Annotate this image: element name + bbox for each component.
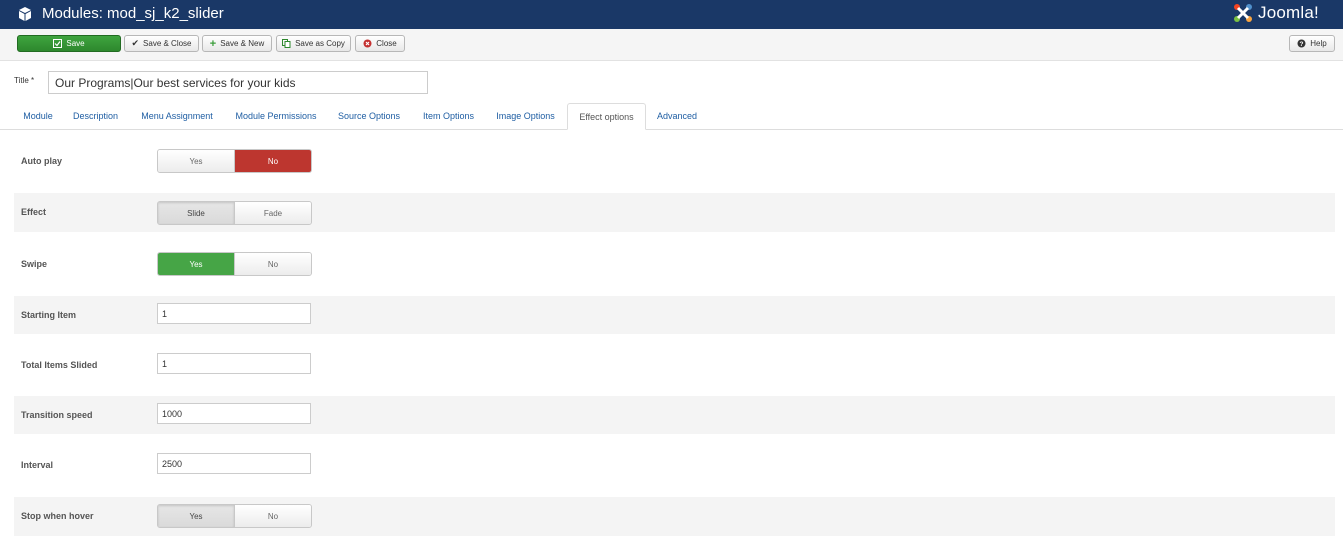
save-icon [53, 39, 63, 48]
transition-speed-label: Transition speed [21, 410, 93, 420]
tab-description[interactable]: Description [64, 103, 127, 129]
auto-play-label: Auto play [21, 156, 63, 166]
swipe-toggle: Yes No [157, 252, 312, 276]
tab-item-options[interactable]: Item Options [413, 103, 484, 129]
tab-module-permissions[interactable]: Module Permissions [226, 103, 326, 129]
option-row-auto-play: Auto play Yes No [14, 141, 1335, 181]
save-copy-label: Save as Copy [295, 39, 345, 48]
auto-play-no-option[interactable]: No [234, 150, 311, 172]
cube-icon [19, 7, 31, 21]
starting-item-input[interactable] [157, 303, 311, 324]
checkmark-icon: ✔ [131, 38, 140, 48]
swipe-label: Swipe [21, 259, 48, 269]
option-row-interval: Interval [14, 446, 1335, 484]
option-row-starting-item: Starting Item [14, 296, 1335, 334]
tab-effect-options[interactable]: Effect options [567, 103, 646, 130]
help-label: Help [1310, 39, 1327, 48]
effect-fade-option[interactable]: Fade [234, 202, 311, 224]
auto-play-toggle: Yes No [157, 149, 312, 173]
option-row-total-items-slided: Total Items Slided [14, 346, 1335, 384]
swipe-yes-option[interactable]: Yes [158, 253, 234, 275]
tab-advanced[interactable]: Advanced [648, 103, 706, 129]
effect-label: Effect [21, 207, 47, 217]
header-bar: Modules: mod_sj_k2_slider Joomla! [0, 0, 1343, 29]
save-new-button[interactable]: + Save & New [202, 35, 272, 52]
stop-when-hover-no-option[interactable]: No [234, 505, 311, 527]
close-label: Close [376, 39, 397, 48]
tab-source-options[interactable]: Source Options [329, 103, 409, 129]
interval-label: Interval [21, 460, 54, 470]
joomla-logo-text: Joomla! [1258, 3, 1319, 22]
option-row-effect: Effect Slide Fade [14, 193, 1335, 232]
help-icon: ? [1297, 39, 1306, 48]
svg-text:?: ? [1300, 41, 1304, 48]
toolbar: Save ✔ Save & Close + Save & New Save as… [0, 29, 1343, 61]
total-items-slided-label: Total Items Slided [21, 360, 98, 370]
tab-module[interactable]: Module [14, 103, 62, 129]
save-close-button[interactable]: ✔ Save & Close [124, 35, 199, 52]
joomla-logo-icon [1234, 4, 1252, 22]
close-button[interactable]: Close [355, 35, 405, 52]
stop-when-hover-label: Stop when hover [21, 511, 94, 521]
tab-bar: Module Description Menu Assignment Modul… [0, 103, 1343, 130]
close-icon [363, 39, 372, 48]
stop-when-hover-toggle: Yes No [157, 504, 312, 528]
save-copy-button[interactable]: Save as Copy [276, 35, 351, 52]
option-row-transition-speed: Transition speed [14, 396, 1335, 434]
page-title: Modules: mod_sj_k2_slider [42, 5, 224, 22]
plus-icon: + [209, 37, 217, 50]
title-input[interactable] [48, 71, 428, 94]
total-items-slided-input[interactable] [157, 353, 311, 374]
save-button-label: Save [66, 39, 85, 48]
starting-item-label: Starting Item [21, 310, 77, 320]
tab-menu-assignment[interactable]: Menu Assignment [130, 103, 224, 129]
interval-input[interactable] [157, 453, 311, 474]
help-button[interactable]: ? Help [1289, 35, 1335, 52]
option-row-swipe: Swipe Yes No [14, 244, 1335, 284]
transition-speed-input[interactable] [157, 403, 311, 424]
effect-toggle: Slide Fade [157, 201, 312, 225]
title-label: Title * [14, 76, 35, 85]
swipe-no-option[interactable]: No [234, 253, 311, 275]
save-button[interactable]: Save [17, 35, 121, 52]
joomla-logo: Joomla! [1232, 1, 1319, 25]
copy-icon [282, 39, 291, 48]
save-close-label: Save & Close [143, 39, 192, 48]
tab-image-options[interactable]: Image Options [487, 103, 564, 129]
save-new-label: Save & New [220, 39, 265, 48]
auto-play-yes-option[interactable]: Yes [158, 150, 234, 172]
stop-when-hover-yes-option[interactable]: Yes [158, 505, 234, 527]
effect-slide-option[interactable]: Slide [158, 202, 234, 224]
option-row-stop-when-hover: Stop when hover Yes No [14, 497, 1335, 536]
